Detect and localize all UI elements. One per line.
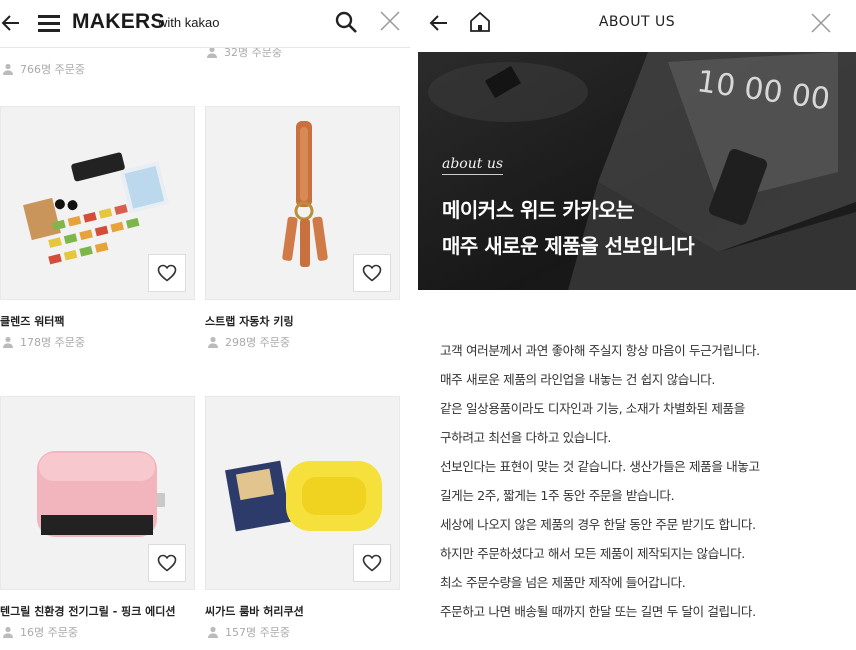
order-count: 298명 주문중 xyxy=(207,334,290,350)
paragraph-line: 선보인다는 표현이 맞는 것 같습니다. 생산가들은 제품을 내놓고 xyxy=(440,459,760,474)
page-title: ABOUT US xyxy=(598,14,676,30)
wishlist-button[interactable] xyxy=(148,254,186,292)
paragraph-line: 구하려고 최선을 다하고 있습니다. xyxy=(440,430,612,445)
screen-divider xyxy=(410,0,418,650)
order-count: 178명 주문중 xyxy=(2,334,85,350)
about-us-screen: ABOUT US 10 00 00 about us 메이커스 위드 카카오는 … xyxy=(418,0,856,650)
paragraph-line: 하지만 주문하셨다고 해서 모든 제품이 제작되지는 않습니다. xyxy=(440,546,745,561)
heart-icon xyxy=(362,264,382,282)
paragraph-line: 매주 새로운 제품의 라인업을 내놓는 건 쉽지 않습니다. xyxy=(440,372,715,387)
wishlist-button[interactable] xyxy=(353,254,391,292)
product-card[interactable]: 클렌즈 워터팩 178명 주문중 xyxy=(0,106,195,356)
paragraph-line: 길게는 2주, 짧게는 1주 동안 주문을 받습니다. xyxy=(440,488,675,503)
close-icon[interactable] xyxy=(810,12,832,34)
paragraph-line: 세상에 나오지 않은 제품의 경우 한달 동안 주문 받기도 합니다. xyxy=(440,517,756,532)
section-tag: about us xyxy=(442,156,504,175)
paragraph-line: 같은 일상용품이라도 디자인과 기능, 소재가 차별화된 제품을 xyxy=(440,401,745,416)
hamburger-menu-icon[interactable] xyxy=(36,11,62,35)
product-title[interactable]: 클렌즈 워터팩 xyxy=(0,313,65,329)
order-count: 16명 주문중 xyxy=(2,624,78,640)
close-icon[interactable] xyxy=(379,10,401,32)
wishlist-button[interactable] xyxy=(353,544,391,582)
heart-icon xyxy=(362,554,382,572)
product-card[interactable]: 스트랩 자동차 키링 298명 주문중 xyxy=(205,106,400,356)
hero-banner: 10 00 00 about us 메이커스 위드 카카오는 매주 새로운 제품… xyxy=(418,52,856,290)
heart-icon xyxy=(157,554,177,572)
back-arrow-icon[interactable] xyxy=(0,12,22,34)
person-icon xyxy=(3,63,13,75)
paragraph-line: 주문하고 나면 배송될 때까지 한달 또는 길면 두 달이 걸립니다. xyxy=(440,604,756,619)
order-count: 157명 주문중 xyxy=(207,624,290,640)
person-icon xyxy=(3,336,13,348)
hero-headline: 메이커스 위드 카카오는 xyxy=(442,198,634,222)
person-icon xyxy=(208,626,218,638)
person-icon xyxy=(3,626,13,638)
top-header: MAKERS with kakao xyxy=(0,0,410,48)
order-count: 766명 주문중 xyxy=(2,61,85,77)
product-title[interactable]: 텐그릴 친환경 전기그릴 - 핑크 에디션 xyxy=(0,603,176,619)
wishlist-button[interactable] xyxy=(148,544,186,582)
product-card[interactable]: 씨가드 룸바 허리쿠션 157명 주문중 xyxy=(205,396,400,646)
paragraph-line: 고객 여러분께서 과연 좋아해 주실지 항상 마음이 두근거립니다. xyxy=(440,343,760,358)
brand-logo[interactable]: MAKERS xyxy=(72,10,165,34)
product-title[interactable]: 스트랩 자동차 키링 xyxy=(205,313,294,329)
hero-headline: 매주 새로운 제품을 선보입니다 xyxy=(442,234,695,258)
top-header: ABOUT US xyxy=(418,0,856,48)
product-title[interactable]: 씨가드 룸바 허리쿠션 xyxy=(205,603,304,619)
search-icon[interactable] xyxy=(334,10,358,34)
heart-icon xyxy=(157,264,177,282)
makers-list-screen: MAKERS with kakao ▭ ▭ ▭ 766명 주문중 32명 주문중 xyxy=(0,0,410,650)
paragraph-line: 최소 주문수량을 넘은 제품만 제작에 들어갑니다. xyxy=(440,575,686,590)
person-icon xyxy=(208,336,218,348)
brand-logo-sub: with kakao xyxy=(158,15,220,30)
product-card[interactable]: 텐그릴 친환경 전기그릴 - 핑크 에디션 16명 주문중 xyxy=(0,396,195,646)
